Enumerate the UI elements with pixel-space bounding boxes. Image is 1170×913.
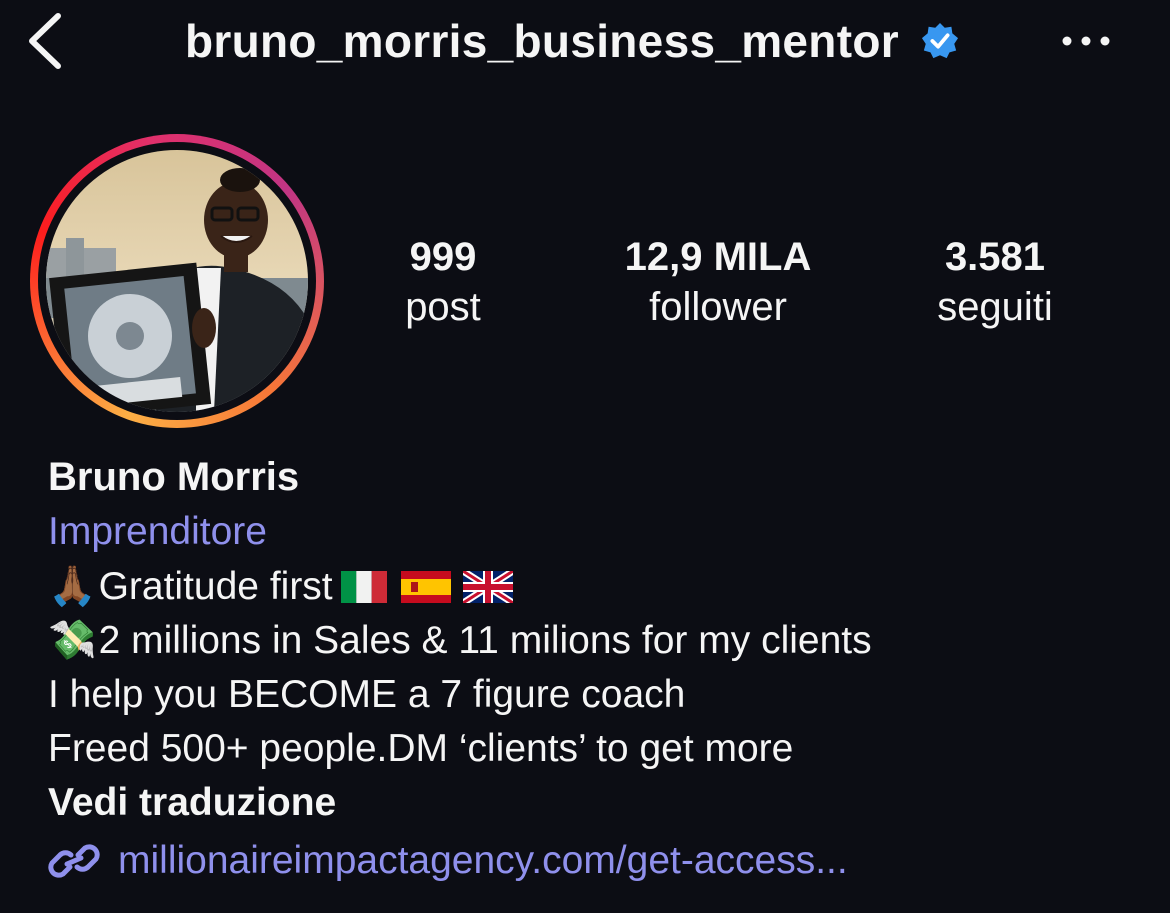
bio-line-3: I help you BECOME a 7 figure coach <box>48 668 1148 722</box>
profile-bio: Bruno Morris Imprenditore 🙏🏾 Gratitude f… <box>48 450 1148 888</box>
more-options-button[interactable] <box>1058 26 1114 56</box>
folded-hands-icon: 🙏🏾 <box>48 565 97 608</box>
username-group: bruno_morris_business_mentor <box>185 14 959 68</box>
italy-flag-icon <box>340 571 387 603</box>
bio-line-1: 🙏🏾 Gratitude first <box>48 560 1148 614</box>
uk-flag-icon <box>462 571 513 603</box>
followers-count-value: 12,9 MILA <box>624 235 812 279</box>
back-button[interactable] <box>22 10 70 72</box>
posts-count-label: post <box>405 285 481 329</box>
bio-text-4: Freed 500+ people.DM ‘clients’ to get mo… <box>48 727 794 770</box>
link-icon <box>48 844 100 878</box>
money-with-wings-icon: 💸 <box>48 619 97 662</box>
chevron-left-icon <box>29 13 61 69</box>
posts-count[interactable]: 999 post <box>368 232 518 332</box>
see-translation-link[interactable]: Vedi traduzione <box>48 776 1148 830</box>
bio-line-4: Freed 500+ people.DM ‘clients’ to get mo… <box>48 722 1148 776</box>
avatar-frame <box>38 142 316 420</box>
profile-header: bruno_morris_business_mentor <box>0 0 1170 84</box>
following-count-value: 3.581 <box>944 235 1046 279</box>
category-label[interactable]: Imprenditore <box>48 504 1148 560</box>
more-horizontal-icon <box>1062 36 1110 46</box>
verified-badge-icon <box>921 22 958 59</box>
bio-line-2: 💸 2 millions in Sales & 11 milions for m… <box>48 614 1148 668</box>
followers-count[interactable]: 12,9 MILA follower <box>598 232 838 332</box>
bio-text-3: I help you BECOME a 7 figure coach <box>48 673 686 716</box>
posts-count-value: 999 <box>409 235 477 279</box>
full-name: Bruno Morris <box>48 455 300 499</box>
followers-count-label: follower <box>649 285 787 329</box>
bio-text-1: Gratitude first <box>98 565 333 608</box>
following-count[interactable]: 3.581 seguiti <box>910 232 1080 332</box>
avatar <box>46 150 308 412</box>
spain-flag-icon <box>400 571 451 603</box>
profile-link-text: millionaireimpactagency.com/get-access..… <box>118 839 848 882</box>
following-count-label: seguiti <box>937 285 1053 329</box>
profile-link[interactable]: millionaireimpactagency.com/get-access..… <box>48 834 1148 888</box>
story-ring[interactable] <box>30 134 324 428</box>
username: bruno_morris_business_mentor <box>185 15 899 67</box>
bio-text-2: 2 millions in Sales & 11 milions for my … <box>98 619 872 662</box>
avatar-photo <box>46 150 308 412</box>
